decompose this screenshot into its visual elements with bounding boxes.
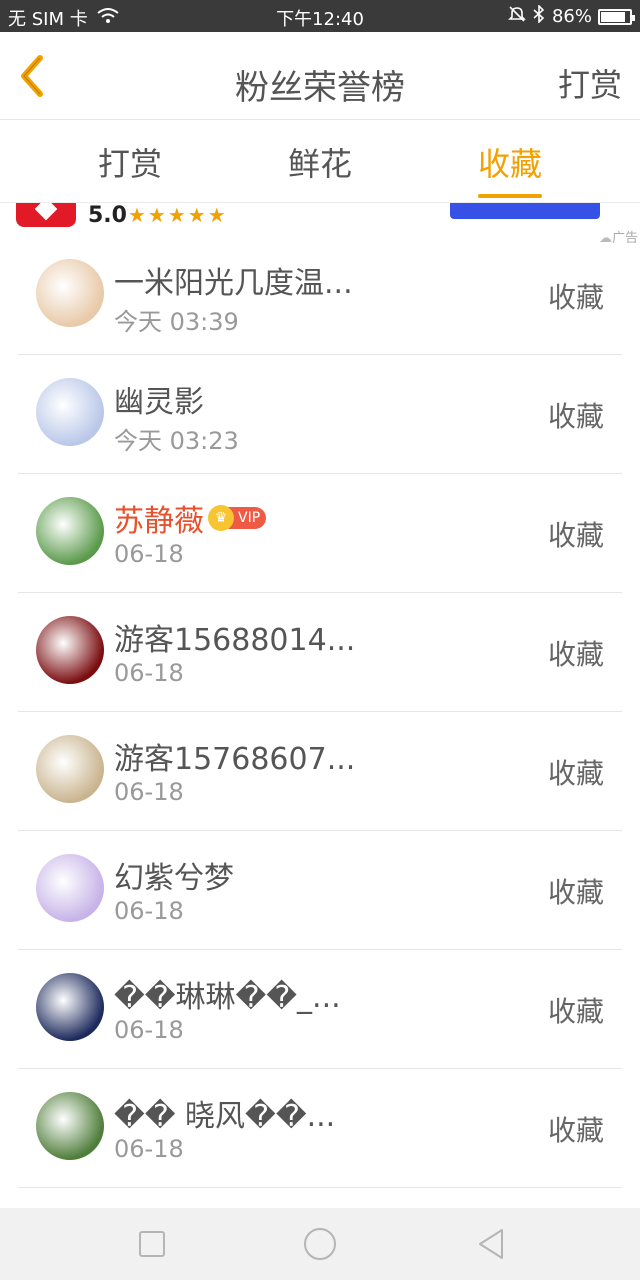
fan-row[interactable]: 游客15768607... 06-18 收藏 [18, 712, 622, 831]
name-line: �� 晓风��... [114, 1091, 335, 1135]
avatar[interactable] [36, 1092, 104, 1160]
battery-icon [598, 8, 635, 25]
name-line: 一米阳光几度温... [114, 258, 353, 302]
fan-row[interactable]: 幽灵影今天 03:23 收藏 [18, 355, 622, 474]
tab-favorites[interactable]: 收藏 [440, 139, 580, 199]
fan-row[interactable]: �� 晓风��... 06-18 收藏 [18, 1069, 622, 1188]
fan-name: 一米阳光几度温... [114, 266, 353, 301]
fan-row[interactable]: 一米阳光几度温... 今天 03:39 收藏 [18, 236, 622, 355]
reward-button[interactable]: 打赏 [558, 60, 622, 106]
avatar[interactable] [36, 259, 104, 327]
vip-badge: ♛ VIP [208, 505, 267, 531]
fan-name: 游客15768607... [114, 742, 356, 777]
tab-reward-label: 打赏 [97, 145, 162, 183]
fan-action-label: 收藏 [547, 638, 604, 671]
battery-percent: 86% [551, 6, 592, 27]
fan-name: 幽灵影 [114, 385, 204, 420]
status-bar: 无 SIM 卡 下午12:40 86% [0, 0, 640, 32]
fan-row[interactable]: 苏静薇 ♛ VIP 06-18 收藏 [18, 474, 622, 593]
tab-bar: 打赏 鲜花 收藏 [0, 121, 640, 203]
ad-app-logo [16, 203, 76, 227]
recent-apps-button[interactable] [134, 1226, 170, 1262]
fan-row[interactable]: 幻紫兮梦 06-18 收藏 [18, 831, 622, 950]
fan-time: 今天 03:39 [114, 308, 239, 336]
recent-apps-icon [139, 1231, 165, 1257]
name-line: 幽灵影 [114, 377, 204, 421]
name-line: 苏静薇 ♛ VIP [114, 496, 267, 540]
fan-action-label: 收藏 [547, 757, 604, 790]
tab-flowers-label: 鲜花 [287, 145, 352, 183]
avatar[interactable] [36, 854, 104, 922]
fan-action-label: 收藏 [547, 519, 604, 552]
home-button[interactable] [302, 1226, 338, 1262]
fan-time: 06-18 [114, 659, 184, 687]
ad-rating: 5.0 [88, 203, 127, 228]
fan-row[interactable]: ��琳琳��_... 06-18 收藏 [18, 950, 622, 1069]
tab-favorites-label: 收藏 [477, 145, 542, 183]
avatar[interactable] [36, 973, 104, 1041]
ad-action-button[interactable] [450, 203, 600, 219]
home-icon [304, 1228, 336, 1260]
name-line: ��琳琳��_... [114, 972, 341, 1016]
fan-action-label: 收藏 [547, 1114, 604, 1147]
tab-flowers[interactable]: 鲜花 [250, 139, 390, 185]
avatar[interactable] [36, 735, 104, 803]
fan-name: 幻紫兮梦 [114, 861, 234, 896]
tab-reward[interactable]: 打赏 [60, 139, 200, 185]
back-nav-button[interactable] [474, 1226, 510, 1262]
battery-fill [601, 11, 626, 22]
fan-name: ��琳琳��_... [114, 980, 341, 1015]
page-title: 粉丝荣誉榜 [235, 68, 405, 108]
app-header: 粉丝荣誉榜 打赏 [0, 32, 640, 120]
fan-time: 06-18 [114, 540, 184, 568]
fan-name: 游客15688014... [114, 623, 356, 658]
mute-icon [508, 5, 526, 28]
fan-action-label: 收藏 [547, 281, 604, 314]
fan-time: 06-18 [114, 1016, 184, 1044]
status-right: 86% [508, 4, 635, 28]
fan-action-label: 收藏 [547, 876, 604, 909]
fan-action-label: 收藏 [547, 995, 604, 1028]
ad-stars: ★★★★★ [128, 203, 228, 227]
active-tab-indicator [478, 194, 542, 198]
bluetooth-icon [532, 4, 546, 28]
fan-list: 一米阳光几度温... 今天 03:39 收藏 幽灵影 今天 03:23 收藏 苏静薇 ♛ VIP… [18, 236, 622, 1188]
fan-time: 06-18 [114, 1135, 184, 1163]
name-line: 游客15768607... [114, 734, 355, 778]
fan-row[interactable]: 游客15688014... 06-18 收藏 [18, 593, 622, 712]
crown-icon: ♛ [208, 505, 234, 531]
avatar[interactable] [36, 378, 104, 446]
back-triangle-icon [479, 1229, 503, 1259]
fan-time: 06-18 [114, 778, 184, 806]
fan-time: 今天 03:23 [114, 427, 239, 455]
fan-name: 苏静薇 [114, 504, 204, 539]
avatar[interactable] [36, 497, 104, 565]
avatar[interactable] [36, 616, 104, 684]
fan-time: 06-18 [114, 897, 184, 925]
fan-action-label: 收藏 [547, 400, 604, 433]
fan-name: �� 晓风��... [114, 1099, 336, 1134]
name-line: 幻紫兮梦 [114, 853, 234, 897]
name-line: 游客15688014... [114, 615, 355, 659]
system-nav-bar [0, 1208, 640, 1280]
